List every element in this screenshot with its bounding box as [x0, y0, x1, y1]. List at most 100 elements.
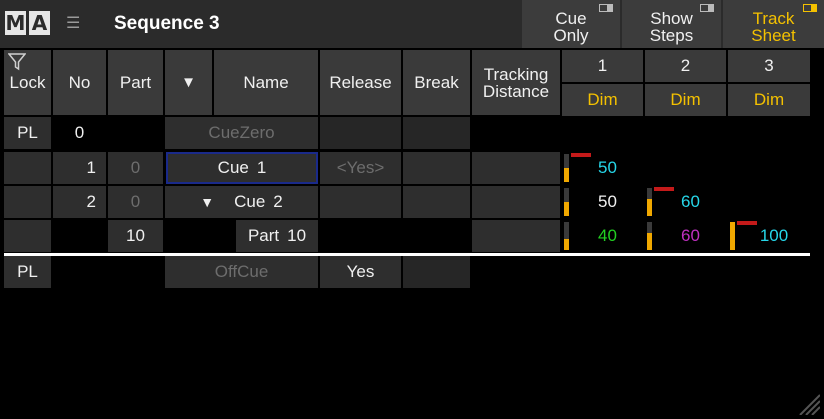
- cue2-lock-cell[interactable]: [4, 186, 51, 218]
- cuezero-name-cell[interactable]: CueZero: [165, 117, 318, 149]
- window-title: Sequence 3: [114, 13, 220, 34]
- cue1-release-cell[interactable]: <Yes>: [320, 152, 401, 184]
- cue-name-number: 1: [256, 158, 267, 177]
- sort-toggle[interactable]: ▼: [165, 50, 212, 115]
- cue2-fixture2-value[interactable]: 60: [645, 186, 726, 218]
- part10-fixture2-value[interactable]: 60: [645, 220, 726, 252]
- cue2-name-cell[interactable]: ▼ Cue 2: [165, 186, 318, 218]
- part10-fixture3-value[interactable]: 100: [728, 220, 810, 252]
- offcue-lock-cell[interactable]: PL: [4, 256, 51, 288]
- part-number: 0: [130, 192, 141, 211]
- cue-name-number: 2: [273, 192, 283, 211]
- cue-number: 1: [86, 158, 96, 177]
- attribute-header-2[interactable]: Dim: [645, 84, 726, 116]
- show-steps-label-2: Steps: [649, 26, 694, 45]
- filter-icon[interactable]: [8, 53, 26, 71]
- attribute-label: Dim: [587, 90, 618, 109]
- cue-name-prefix: Cue: [234, 192, 266, 211]
- part10-fixture1-value[interactable]: 40: [562, 220, 643, 252]
- toggle-indicator-icon: [803, 4, 817, 12]
- cue1-fixture1-value[interactable]: 50: [562, 152, 643, 184]
- column-header-release[interactable]: Release: [320, 50, 401, 115]
- ma-logo: M A: [5, 11, 51, 37]
- logo-letter-m: M: [5, 11, 26, 35]
- column-header-name[interactable]: Name: [214, 50, 318, 115]
- attribute-header-1[interactable]: Dim: [562, 84, 643, 116]
- chevron-down-icon: ▼: [181, 74, 196, 91]
- resize-handle-icon[interactable]: [798, 393, 820, 415]
- expand-chevron-icon[interactable]: ▼: [200, 194, 214, 210]
- column-header-no[interactable]: No: [53, 50, 106, 115]
- toggle-indicator-icon: [599, 4, 613, 12]
- list-icon[interactable]: ☰: [66, 15, 86, 33]
- fixture-id-label: 1: [597, 56, 608, 75]
- level-bar: [730, 222, 735, 250]
- offcue-name-cell[interactable]: OffCue: [165, 256, 318, 288]
- dimmer-value: 60: [681, 192, 700, 211]
- cue2-fixture1-value[interactable]: 50: [562, 186, 643, 218]
- cuezero-no-cell[interactable]: 0: [53, 117, 106, 149]
- cuezero-lock-cell[interactable]: PL: [4, 117, 51, 149]
- cuezero-release-cell[interactable]: [320, 117, 401, 149]
- column-header-part[interactable]: Part: [108, 50, 163, 115]
- fixture-header-3[interactable]: 3: [728, 50, 810, 82]
- cue-number: 0: [74, 123, 85, 142]
- level-bar: [564, 168, 569, 182]
- cue1-no-cell[interactable]: 1: [53, 152, 106, 184]
- offcue-break-cell[interactable]: [403, 256, 470, 288]
- lock-value: PL: [17, 262, 38, 281]
- column-header-lock[interactable]: Lock: [4, 50, 51, 115]
- attribute-label: Dim: [753, 90, 785, 109]
- dimmer-value: 50: [598, 192, 617, 211]
- cue1-part-cell[interactable]: 0: [108, 152, 163, 184]
- show-steps-button[interactable]: Show Steps: [622, 0, 721, 48]
- cue-name: CueZero: [208, 123, 275, 142]
- cue2-break-cell[interactable]: [403, 186, 470, 218]
- cue-number: 2: [86, 192, 96, 211]
- break-header-label: Break: [414, 73, 459, 92]
- part10-name-cell[interactable]: Part 10: [236, 220, 318, 252]
- fixture-header-1[interactable]: 1: [562, 50, 643, 82]
- cue1-name-cell-selected[interactable]: Cue 1: [166, 152, 318, 184]
- cue2-part-cell[interactable]: 0: [108, 186, 163, 218]
- part-name-prefix: Part: [247, 226, 280, 245]
- release-value: Yes: [346, 262, 375, 281]
- attribute-label: Dim: [670, 90, 701, 109]
- fixture-id-label: 2: [680, 56, 691, 75]
- tracking-header-label-1: Tracking: [483, 64, 549, 84]
- cue-only-label-1: Cue: [555, 9, 587, 28]
- part10-lock-cell[interactable]: [4, 220, 51, 252]
- cue-name: OffCue: [214, 262, 269, 281]
- part-name-number: 10: [287, 226, 307, 245]
- cue1-tracking-cell[interactable]: [472, 152, 560, 184]
- offcue-release-cell[interactable]: Yes: [320, 256, 401, 288]
- track-sheet-label-2: Sheet: [751, 26, 796, 45]
- cue1-lock-cell[interactable]: [4, 152, 51, 184]
- dimmer-value: 60: [681, 226, 700, 245]
- cue-only-button[interactable]: Cue Only: [522, 0, 620, 48]
- track-sheet-label-1: Track: [752, 9, 795, 28]
- cue1-break-cell[interactable]: [403, 152, 470, 184]
- attribute-header-3[interactable]: Dim: [728, 84, 810, 116]
- cue-name-prefix: Cue: [217, 158, 249, 177]
- name-header-label: Name: [243, 73, 289, 92]
- level-bar: [564, 202, 569, 216]
- tracking-header-label-2: Distance: [482, 81, 550, 101]
- track-sheet-button[interactable]: Track Sheet: [723, 0, 824, 48]
- part10-tracking-cell[interactable]: [472, 220, 560, 252]
- column-header-break[interactable]: Break: [403, 50, 470, 115]
- fixture-id-label: 3: [764, 56, 774, 75]
- part10-part-cell[interactable]: 10: [108, 220, 163, 252]
- part-header-label: Part: [119, 73, 152, 92]
- cue2-no-cell[interactable]: 2: [53, 186, 106, 218]
- cuezero-break-cell[interactable]: [403, 117, 470, 149]
- level-bar: [647, 199, 652, 216]
- cue2-release-cell[interactable]: [320, 186, 401, 218]
- column-header-tracking-distance[interactable]: Tracking Distance: [472, 50, 560, 115]
- cue2-tracking-cell[interactable]: [472, 186, 560, 218]
- lock-header-label: Lock: [9, 73, 46, 92]
- part-number: 0: [130, 158, 141, 177]
- fixture-header-2[interactable]: 2: [645, 50, 726, 82]
- dimmer-value: 100: [759, 226, 789, 245]
- toggle-indicator-icon: [700, 4, 714, 12]
